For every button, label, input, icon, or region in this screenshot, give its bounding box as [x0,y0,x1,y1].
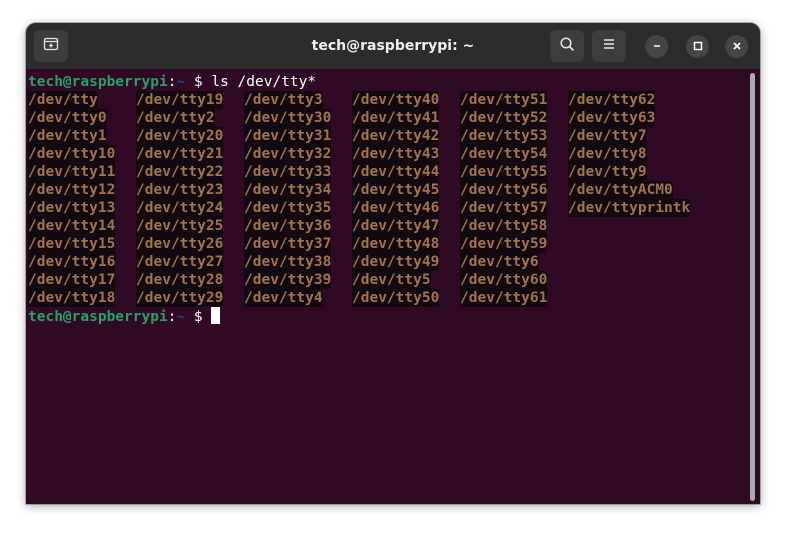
device-entry: /dev/tty62 [568,91,656,109]
device-entry: /dev/ttyprintk [568,199,691,217]
device-entry: /dev/tty44 [352,163,440,181]
device-entry: /dev/tty58 [460,217,548,235]
device-entry: /dev/tty30 [244,109,332,127]
device-entry: /dev/tty10 [28,145,116,163]
text-cursor [211,307,221,324]
device-entry: /dev/tty57 [460,199,548,217]
prompt-user: tech@raspberrypi [28,309,168,325]
device-entry: /dev/tty5 [352,271,431,289]
device-entry: /dev/tty36 [244,217,332,235]
terminal-window: tech@raspberrypi: ~ tech@raspberrypi:~ $… [26,23,760,504]
device-entry: /dev/tty14 [28,217,116,235]
hamburger-menu-icon [602,37,616,56]
device-entry: /dev/tty33 [244,163,332,181]
device-entry: /dev/tty61 [460,289,548,307]
device-entry: /dev/tty27 [136,253,224,271]
device-entry: /dev/tty4 [244,289,323,307]
device-entry: /dev/tty45 [352,181,440,199]
device-entry: /dev/tty32 [244,145,332,163]
close-icon [732,38,742,56]
prompt-user: tech@raspberrypi [28,74,168,90]
device-entry: /dev/tty9 [568,163,647,181]
device-entry: /dev/tty54 [460,145,548,163]
device-entry: /dev/tty37 [244,235,332,253]
device-entry: /dev/tty22 [136,163,224,181]
prompt-path: ~ [176,309,186,325]
device-entry: /dev/tty28 [136,271,224,289]
prompt-path: ~ [176,74,186,90]
command-line-1: tech@raspberrypi:~ $ ls /dev/tty* [28,73,316,91]
device-entry: /dev/tty11 [28,163,116,181]
maximize-icon [693,38,703,56]
device-entry: /dev/tty23 [136,181,224,199]
title-bar[interactable]: tech@raspberrypi: ~ [26,23,760,69]
device-entry: /dev/tty13 [28,199,116,217]
device-entry: /dev/tty31 [244,127,332,145]
search-icon [559,36,575,57]
device-entry: /dev/tty18 [28,289,116,307]
device-entry: /dev/tty39 [244,271,332,289]
close-button[interactable] [725,35,748,58]
device-entry: /dev/tty0 [28,109,107,127]
device-entry: /dev/tty40 [352,91,440,109]
device-entry: /dev/tty20 [136,127,224,145]
device-entry: /dev/tty48 [352,235,440,253]
device-entry: /dev/tty63 [568,109,656,127]
prompt-dollar: $ [185,74,212,90]
vertical-scrollbar[interactable] [750,73,755,501]
device-entry: /dev/tty51 [460,91,548,109]
search-button[interactable] [550,30,584,62]
device-entry: /dev/tty7 [568,127,647,145]
device-entry: /dev/tty55 [460,163,548,181]
device-entry: /dev/tty42 [352,127,440,145]
device-entry: /dev/tty35 [244,199,332,217]
device-entry: /dev/tty41 [352,109,440,127]
device-entry: /dev/tty60 [460,271,548,289]
device-entry: /dev/tty21 [136,145,224,163]
device-entry: /dev/tty34 [244,181,332,199]
device-entry: /dev/tty49 [352,253,440,271]
prompt-dollar: $ [185,309,212,325]
device-entry: /dev/tty17 [28,271,116,289]
device-entry: /dev/tty29 [136,289,224,307]
device-entry: /dev/tty59 [460,235,548,253]
device-entry: /dev/tty2 [136,109,215,127]
device-entry: /dev/tty1 [28,127,107,145]
maximize-button[interactable] [686,35,709,58]
command-text: ls /dev/tty* [211,74,317,90]
minimize-icon [652,38,662,56]
device-entry: /dev/tty19 [136,91,224,109]
device-entry: /dev/tty38 [244,253,332,271]
device-entry: /dev/tty50 [352,289,440,307]
device-entry: /dev/tty47 [352,217,440,235]
device-entry: /dev/tty46 [352,199,440,217]
device-entry: /dev/tty12 [28,181,116,199]
device-entry: /dev/tty [28,91,98,109]
device-entry: /dev/tty53 [460,127,548,145]
device-entry: /dev/tty25 [136,217,224,235]
device-entry: /dev/tty6 [460,253,539,271]
device-entry: /dev/tty3 [244,91,323,109]
device-entry: /dev/ttyACM0 [568,181,673,199]
device-entry: /dev/tty8 [568,145,647,163]
device-entry: /dev/tty26 [136,235,224,253]
device-entry: /dev/tty15 [28,235,116,253]
command-line-2[interactable]: tech@raspberrypi:~ $ [28,307,221,325]
terminal-output[interactable]: tech@raspberrypi:~ $ ls /dev/tty* /dev/t… [26,69,760,504]
menu-button[interactable] [592,30,626,62]
device-entry: /dev/tty24 [136,199,224,217]
minimize-button[interactable] [645,35,668,58]
device-entry: /dev/tty16 [28,253,116,271]
device-entry: /dev/tty56 [460,181,548,199]
device-entry: /dev/tty43 [352,145,440,163]
device-entry: /dev/tty52 [460,109,548,127]
